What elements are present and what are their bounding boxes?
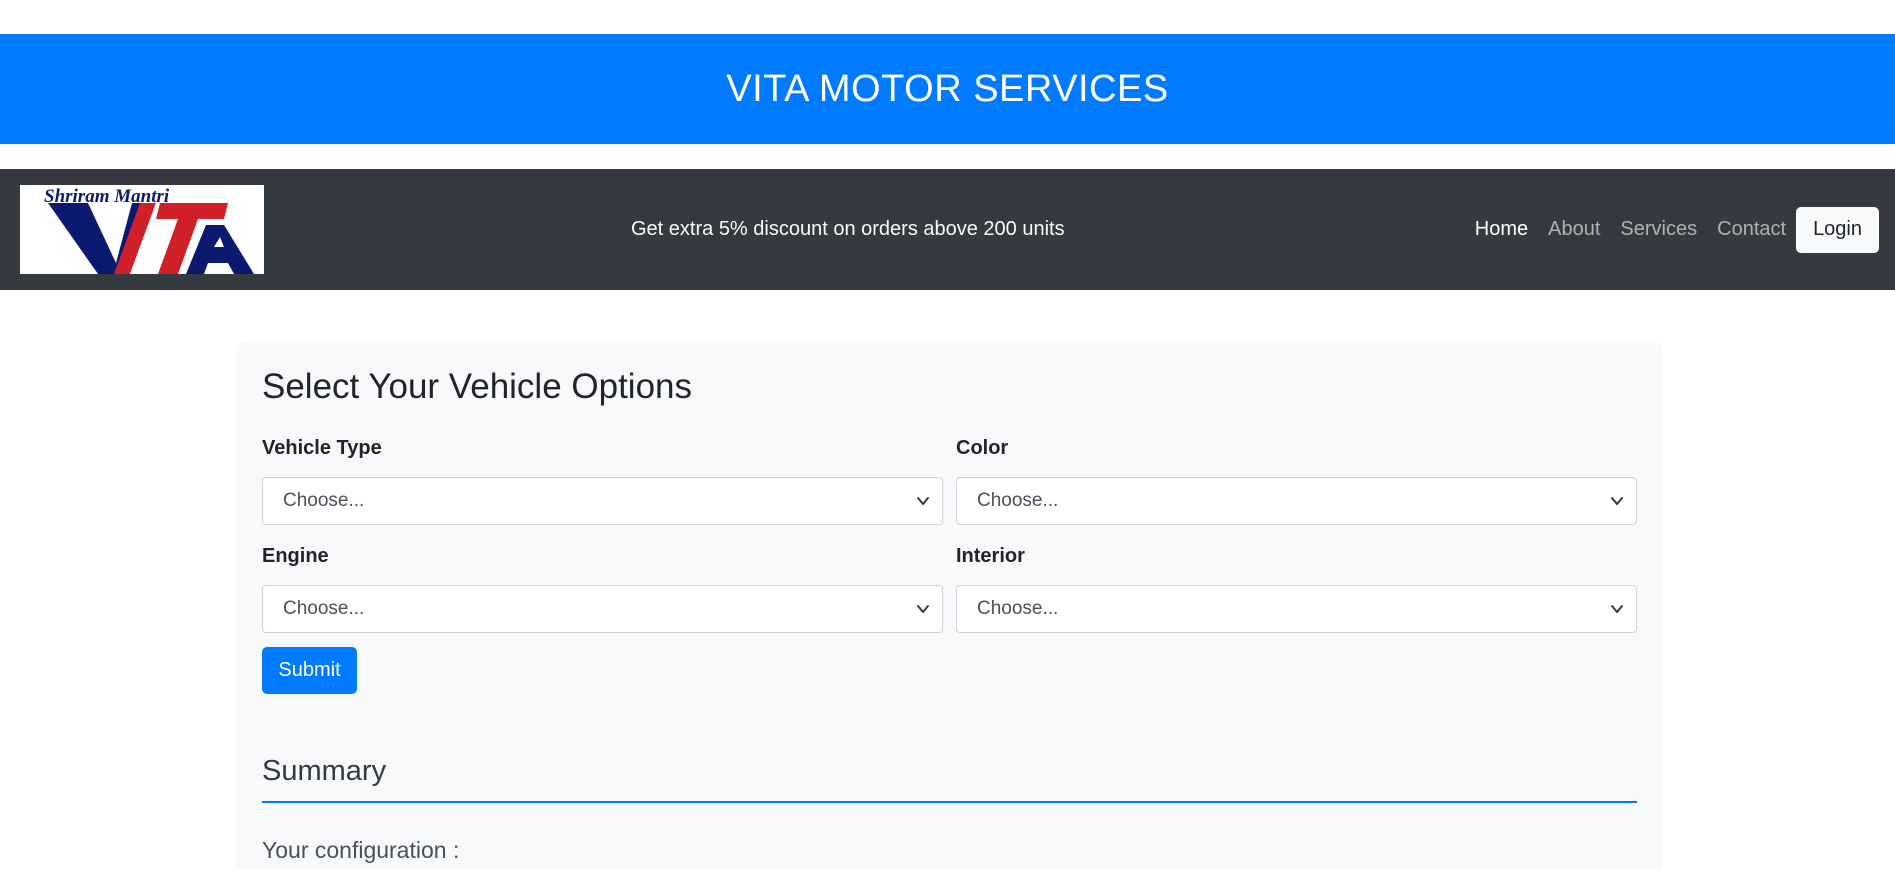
- chevron-down-icon: [1611, 497, 1623, 505]
- login-button[interactable]: Login: [1796, 206, 1879, 253]
- summary-divider: [262, 801, 1637, 803]
- engine-value: Choose...: [283, 598, 365, 619]
- nav-link-services[interactable]: Services: [1610, 218, 1707, 241]
- chevron-down-icon: [917, 605, 929, 613]
- vehicle-options-card: Select Your Vehicle Options Vehicle Type…: [236, 341, 1663, 869]
- vehicle-type-select[interactable]: Choose...: [262, 477, 943, 525]
- navbar: Shriram Mantri Get extra 5% discount on …: [0, 169, 1895, 290]
- color-label: Color: [956, 437, 1009, 459]
- vehicle-type-label: Vehicle Type: [262, 437, 382, 459]
- form-title: Select Your Vehicle Options: [262, 367, 693, 406]
- field-color: Color Choose...: [956, 437, 1637, 525]
- chevron-down-icon: [917, 497, 929, 505]
- color-select[interactable]: Choose...: [956, 477, 1637, 525]
- promo-text: Get extra 5% discount on orders above 20…: [631, 218, 1065, 240]
- interior-value: Choose...: [977, 598, 1059, 619]
- logo-text: Shriram Mantri: [44, 186, 170, 207]
- engine-label: Engine: [262, 545, 329, 567]
- interior-select[interactable]: Choose...: [956, 585, 1637, 633]
- color-value: Choose...: [977, 490, 1059, 511]
- summary-title: Summary: [262, 755, 387, 787]
- nav-link-contact[interactable]: Contact: [1707, 218, 1796, 241]
- submit-button[interactable]: Submit: [262, 647, 357, 694]
- page: VITA MOTOR SERVICES Shriram Mantri Get e…: [0, 0, 1895, 869]
- site-banner: VITA MOTOR SERVICES: [0, 34, 1895, 144]
- field-vehicle-type: Vehicle Type Choose...: [262, 437, 943, 525]
- nav-link-home[interactable]: Home: [1465, 218, 1538, 241]
- configuration-label: Your configuration :: [262, 837, 460, 863]
- field-engine: Engine Choose...: [262, 545, 943, 633]
- vita-logo-icon: Shriram Mantri: [20, 185, 264, 274]
- nav-links: Home About Services Contact Login: [1465, 169, 1879, 290]
- vehicle-type-value: Choose...: [283, 490, 365, 511]
- engine-select[interactable]: Choose...: [262, 585, 943, 633]
- brand-logo[interactable]: Shriram Mantri: [20, 185, 264, 274]
- site-title: VITA MOTOR SERVICES: [726, 67, 1169, 110]
- nav-link-about[interactable]: About: [1538, 218, 1610, 241]
- field-interior: Interior Choose...: [956, 545, 1637, 633]
- interior-label: Interior: [956, 545, 1025, 567]
- chevron-down-icon: [1611, 605, 1623, 613]
